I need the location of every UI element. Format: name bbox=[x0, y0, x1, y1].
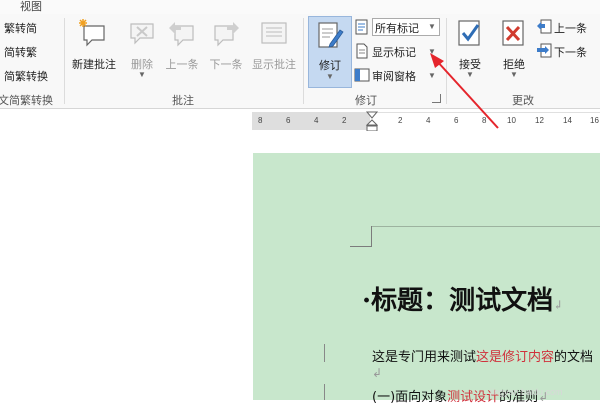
new-comment-icon bbox=[79, 19, 105, 47]
previous-change-button[interactable]: 上一条 bbox=[536, 18, 598, 36]
comments-group-label: 批注 bbox=[172, 95, 194, 107]
track-changes-button[interactable]: 修订 ▼ bbox=[308, 16, 352, 88]
revision-bar bbox=[324, 384, 325, 400]
body-text: 这是专门用来测试 bbox=[372, 350, 477, 365]
next-change-button[interactable]: 下一条 bbox=[536, 42, 598, 60]
delete-comment-icon bbox=[130, 23, 154, 45]
show-comments-label: 显示批注 bbox=[252, 59, 296, 71]
markup-select-value: 所有标记 bbox=[375, 23, 419, 35]
paragraph-line-1[interactable]: 这是专门用来测试这是修订内容的文档 bbox=[372, 346, 593, 365]
tracking-group-label: 修订 bbox=[355, 95, 377, 107]
markup-display-select[interactable]: 所有标记 ▼ bbox=[354, 18, 440, 36]
traditional-to-simplified-button[interactable]: 繁转简 bbox=[4, 20, 37, 36]
indent-marker-icon[interactable] bbox=[366, 111, 378, 133]
ruler-tick-label: 6 bbox=[286, 116, 291, 125]
revision-text: 这是修订内容 bbox=[476, 350, 555, 365]
accept-change-icon bbox=[458, 20, 480, 46]
track-changes-icon bbox=[318, 22, 344, 48]
ruler-tick-label: 2 bbox=[398, 116, 403, 125]
group-divider bbox=[64, 18, 65, 104]
previous-change-icon bbox=[537, 19, 552, 34]
ruler-tick-label: 8 bbox=[258, 116, 263, 125]
paragraph-mark: ↲ bbox=[553, 298, 564, 312]
ruler-tick-label: 2 bbox=[342, 116, 347, 125]
show-markup-icon bbox=[356, 43, 368, 59]
previous-comment-icon bbox=[169, 22, 194, 47]
ruler-tick-label: 16 bbox=[590, 116, 599, 125]
previous-comment-button[interactable]: 上一条 bbox=[162, 14, 202, 86]
tab-view[interactable]: 视图 bbox=[20, 0, 42, 14]
chevron-down-icon: ▼ bbox=[428, 22, 436, 31]
comments-group: 新建批注 删除 ▼ 上一条 下一条 显示批注 批注 bbox=[66, 14, 302, 108]
next-change-icon bbox=[537, 43, 552, 58]
new-comment-button[interactable]: 新建批注 bbox=[66, 14, 122, 86]
ruler-tick-label: 14 bbox=[563, 116, 572, 125]
show-comments-button[interactable]: 显示批注 bbox=[248, 14, 300, 86]
track-changes-caret: ▼ bbox=[326, 72, 334, 81]
next-comment-label: 下一条 bbox=[209, 59, 243, 71]
markup-select-box[interactable]: 所有标记 ▼ bbox=[372, 18, 440, 36]
next-comment-button[interactable]: 下一条 bbox=[204, 14, 248, 86]
ruler-margin-area bbox=[252, 112, 370, 130]
watermark: jingyan.baidu.com bbox=[490, 387, 563, 397]
delete-comment-button[interactable]: 删除 ▼ bbox=[124, 14, 160, 86]
ribbon: 繁转简 简转繁 简繁转换 文简繁转换 新建批注 删除 ▼ 上一条 下一条 显示批… bbox=[0, 14, 600, 109]
track-changes-label: 修订 bbox=[319, 60, 341, 72]
markup-view-icon bbox=[355, 19, 368, 35]
body-text: 的文档 bbox=[554, 350, 594, 365]
group-divider bbox=[303, 18, 304, 104]
margin-corner-mark bbox=[350, 246, 372, 247]
reviewing-pane-label: 审阅窗格 bbox=[372, 71, 416, 83]
title-text: 标题：测试文档 bbox=[371, 286, 554, 316]
page-margin-guide bbox=[372, 226, 600, 227]
convert-chinese-button[interactable]: 简繁转换 bbox=[4, 68, 48, 84]
body-text: (一)面向对象 bbox=[372, 390, 448, 405]
ribbon-tab-strip: 视图 bbox=[0, 0, 600, 15]
show-markup-label: 显示标记 bbox=[372, 47, 416, 59]
document-title[interactable]: ·标题：测试文档↲ bbox=[362, 280, 563, 317]
convert-group: 繁转简 简转繁 简繁转换 文简繁转换 bbox=[0, 14, 64, 108]
convert-group-label: 文简繁转换 bbox=[0, 95, 53, 107]
previous-change-label: 上一条 bbox=[554, 23, 587, 35]
next-change-label: 下一条 bbox=[554, 47, 587, 59]
annotation-arrow-icon bbox=[430, 53, 499, 129]
delete-dropdown-caret: ▼ bbox=[138, 70, 146, 79]
next-comment-icon bbox=[214, 22, 239, 47]
ruler-tick-label: 12 bbox=[535, 116, 544, 125]
margin-corner-mark bbox=[371, 226, 372, 247]
paragraph-mark: ↲ bbox=[372, 366, 383, 380]
revision-bar bbox=[324, 344, 325, 362]
show-comments-icon bbox=[261, 22, 287, 44]
simplified-to-traditional-button[interactable]: 简转繁 bbox=[4, 44, 37, 60]
changes-group-label: 更改 bbox=[512, 95, 534, 107]
previous-comment-label: 上一条 bbox=[165, 59, 199, 71]
reviewing-pane-icon bbox=[354, 68, 370, 82]
new-comment-label: 新建批注 bbox=[72, 59, 116, 71]
title-bullet: · bbox=[362, 286, 372, 316]
reject-caret: ▼ bbox=[510, 70, 518, 79]
reject-change-icon bbox=[502, 20, 524, 46]
ruler-tick-label: 4 bbox=[314, 116, 319, 125]
